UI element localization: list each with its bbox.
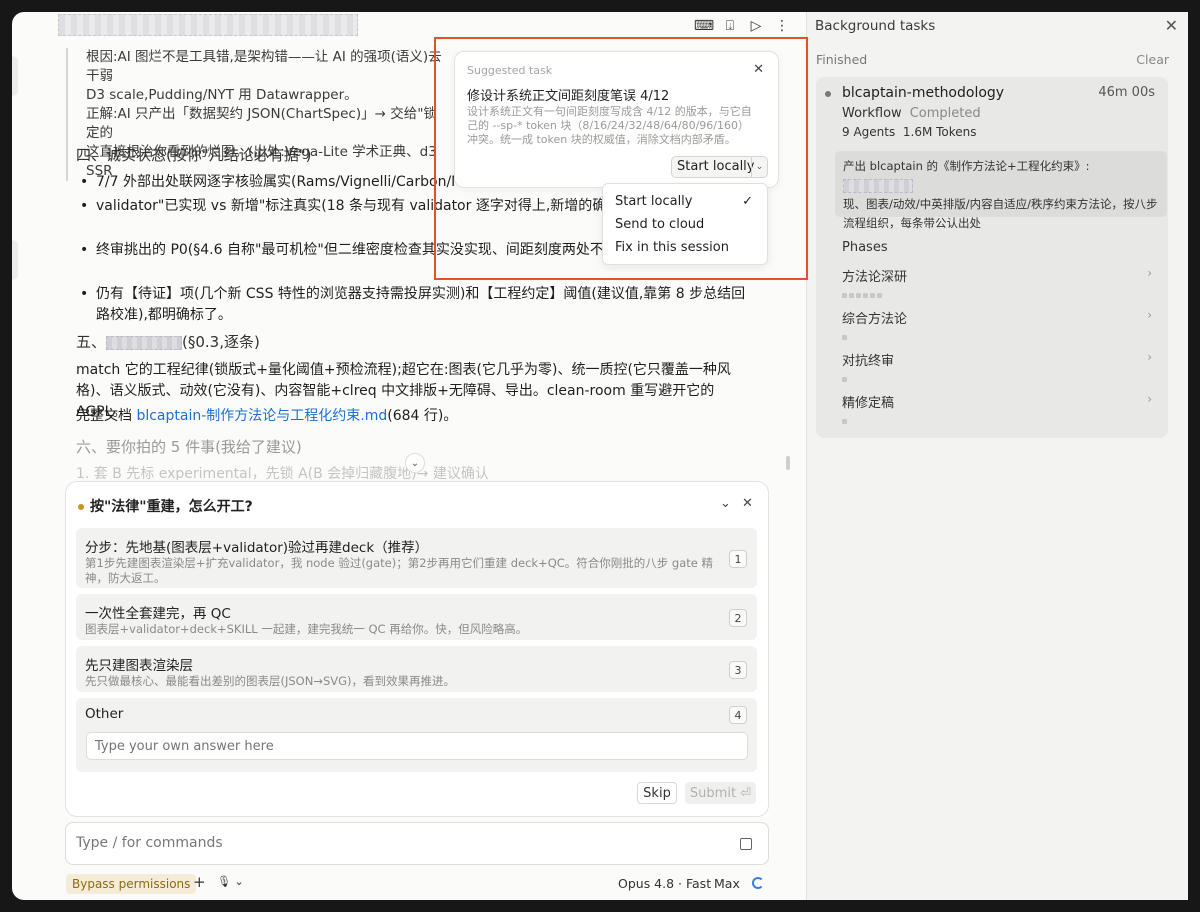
progress-dot: [849, 293, 854, 298]
skip-button[interactable]: Skip: [637, 782, 677, 804]
redacted-text: [843, 178, 913, 193]
phase-item[interactable]: 对抗终审 ›: [842, 350, 1152, 382]
phase-item[interactable]: 精修定稿 ›: [842, 392, 1152, 424]
close-icon[interactable]: ✕: [742, 496, 753, 511]
bypass-permissions-badge[interactable]: Bypass permissions: [66, 874, 197, 894]
status-dot: [78, 504, 84, 510]
microphone-icon[interactable]: 🎙 ⌄: [217, 875, 244, 888]
terminal-icon[interactable]: ⌨: [694, 16, 714, 36]
status-dot: [825, 91, 831, 97]
option-2[interactable]: 一次性全套建完，再 QC 图表层+validator+deck+SKILL 一起…: [76, 594, 757, 640]
option-title: 一次性全套建完，再 QC: [85, 606, 231, 622]
quote-line: D3 scale,Pudding/NYT 用 Datawrapper。: [86, 87, 358, 103]
collapse-icon[interactable]: ⌄: [720, 496, 731, 511]
command-placeholder: Type / for commands: [76, 835, 223, 851]
more-icon[interactable]: ⋮: [772, 16, 792, 36]
redacted-text: [106, 335, 183, 350]
option-number: 2: [729, 609, 747, 627]
option-title: Other: [85, 706, 124, 722]
check-icon: ✓: [742, 194, 753, 209]
option-description: 第1步先建图表渲染层+扩充validator，我 node 验过(gate)；第…: [85, 556, 714, 585]
progress-dot: [842, 419, 847, 424]
phase-item[interactable]: 综合方法论 ›: [842, 308, 1152, 340]
suggested-task-title: 修设计系统正文间距刻度笔误 4/12: [467, 89, 670, 104]
task-description: 产出 blcaptain 的《制作方法论+工程化约束》: 现、图表/动效/中英排…: [835, 151, 1167, 230]
gutter-tab[interactable]: [12, 240, 18, 280]
finished-label: Finished: [816, 52, 868, 67]
panel-title: Background tasks: [815, 18, 936, 34]
section-heading: 五、 (§0.3,逐条): [76, 333, 260, 351]
list-item: 仍有【待证】项(几个新 CSS 特性的浏览器支持需投屏实测)和【工程约定】阈值(…: [80, 284, 755, 326]
phases-heading: Phases: [842, 240, 888, 255]
option-title: 先只建图表渲染层: [85, 658, 193, 674]
chevron-down-icon[interactable]: ⌄: [751, 157, 767, 177]
progress-dot: [842, 335, 847, 340]
task-card[interactable]: blcaptain-methodology 46m 00s Workflow Co…: [816, 77, 1168, 438]
task-duration: 46m 00s: [1098, 85, 1155, 100]
command-input[interactable]: Type / for commands: [65, 822, 769, 865]
option-other[interactable]: Other 4: [76, 698, 757, 772]
progress-dot: [870, 293, 875, 298]
task-name: blcaptain-methodology: [842, 85, 1005, 101]
add-icon[interactable]: +: [193, 873, 206, 891]
chevron-right-icon: ›: [1147, 266, 1152, 280]
effort-selector[interactable]: Max: [714, 876, 740, 891]
background-tasks-panel: Background tasks ✕ Finished Clear blcapt…: [806, 12, 1188, 900]
section-heading: 四、诚实状态(按你"凡结论必有据"): [76, 146, 312, 164]
start-options-menu: Start locally ✓ Send to cloud Fix in thi…: [602, 183, 768, 265]
close-icon[interactable]: ✕: [1165, 16, 1178, 35]
menu-item-send-to-cloud[interactable]: Send to cloud: [615, 217, 704, 232]
chevron-right-icon: ›: [1147, 392, 1152, 406]
suggested-task-description: 设计系统正文有一句间距刻度写成含 4/12 的版本，与它自己的 --sp-* t…: [467, 105, 752, 146]
progress-dot: [842, 293, 847, 298]
chevron-right-icon: ›: [1147, 308, 1152, 322]
option-number: 4: [729, 706, 747, 724]
progress-dot: [842, 377, 847, 382]
option-number: 1: [729, 550, 747, 568]
gutter-tab[interactable]: [12, 56, 18, 96]
option-1[interactable]: 分步：先地基(图表层+validator)验过再建deck（推荐） 第1步先建图…: [76, 528, 757, 588]
progress-dot: [856, 293, 861, 298]
own-answer-input[interactable]: [86, 732, 748, 760]
menu-item-start-locally[interactable]: Start locally: [615, 194, 693, 209]
option-number: 3: [729, 661, 747, 679]
task-status-row: Workflow Completed: [842, 106, 981, 121]
scrollbar[interactable]: [786, 456, 790, 470]
option-3[interactable]: 先只建图表渲染层 先只做最核心、最能看出差别的图表层(JSON→SVG)，看到效…: [76, 646, 757, 692]
clear-button[interactable]: Clear: [1136, 52, 1169, 67]
close-icon[interactable]: ✕: [753, 62, 764, 77]
doc-reference: 完整文档 blcaptain-制作方法论与工程化约束.md(684 行)。: [76, 408, 458, 424]
quote-line: 正解:AI 只产出「数据契约 JSON(ChartSpec)」→ 交给"锁定的: [86, 106, 437, 141]
submit-button[interactable]: Submit ⏎: [685, 782, 756, 804]
phase-item[interactable]: 方法论深研 ›: [842, 266, 1152, 298]
chevron-right-icon: ›: [1147, 350, 1152, 364]
suggested-task-card: Suggested task ✕ 修设计系统正文间距刻度笔误 4/12 设计系统…: [454, 51, 779, 188]
start-label: Start locally: [677, 159, 755, 174]
section-heading: 六、要你拍的 5 件事(我给了建议): [76, 438, 302, 456]
model-selector[interactable]: Opus 4.8 · Fast: [618, 876, 711, 891]
export-icon[interactable]: ⍗: [720, 16, 740, 36]
stop-icon[interactable]: [740, 838, 752, 850]
menu-item-fix-in-session[interactable]: Fix in this session: [615, 240, 729, 255]
option-description: 先只做最核心、最能看出差别的图表层(JSON→SVG)，看到效果再推进。: [85, 674, 456, 688]
redacted-title: [58, 14, 358, 36]
progress-dot: [863, 293, 868, 298]
doc-link[interactable]: blcaptain-制作方法论与工程化约束.md: [136, 408, 387, 424]
run-icon[interactable]: ▷: [746, 16, 766, 36]
progress-dot: [877, 293, 882, 298]
suggested-task-label: Suggested task: [467, 64, 553, 77]
option-title: 分步：先地基(图表层+validator)验过再建deck（推荐）: [85, 540, 429, 556]
task-stats-row: 9 Agents 1.6M Tokens: [842, 125, 977, 139]
loading-spinner-icon: [752, 877, 764, 889]
option-description: 图表层+validator+deck+SKILL 一起建，建完我统一 QC 再给…: [85, 622, 528, 636]
question-title: 按"法律"重建，怎么开工?: [78, 496, 253, 516]
quote-line: 根因:AI 图烂不是工具错,是架构错——让 AI 的强项(语义)去干弱: [86, 49, 442, 84]
question-card: 按"法律"重建，怎么开工? ⌄ ✕ 分步：先地基(图表层+validator)验…: [65, 481, 769, 817]
start-locally-button[interactable]: Start locally ⌄: [671, 156, 768, 178]
scroll-down-icon[interactable]: ⌄: [405, 453, 425, 473]
